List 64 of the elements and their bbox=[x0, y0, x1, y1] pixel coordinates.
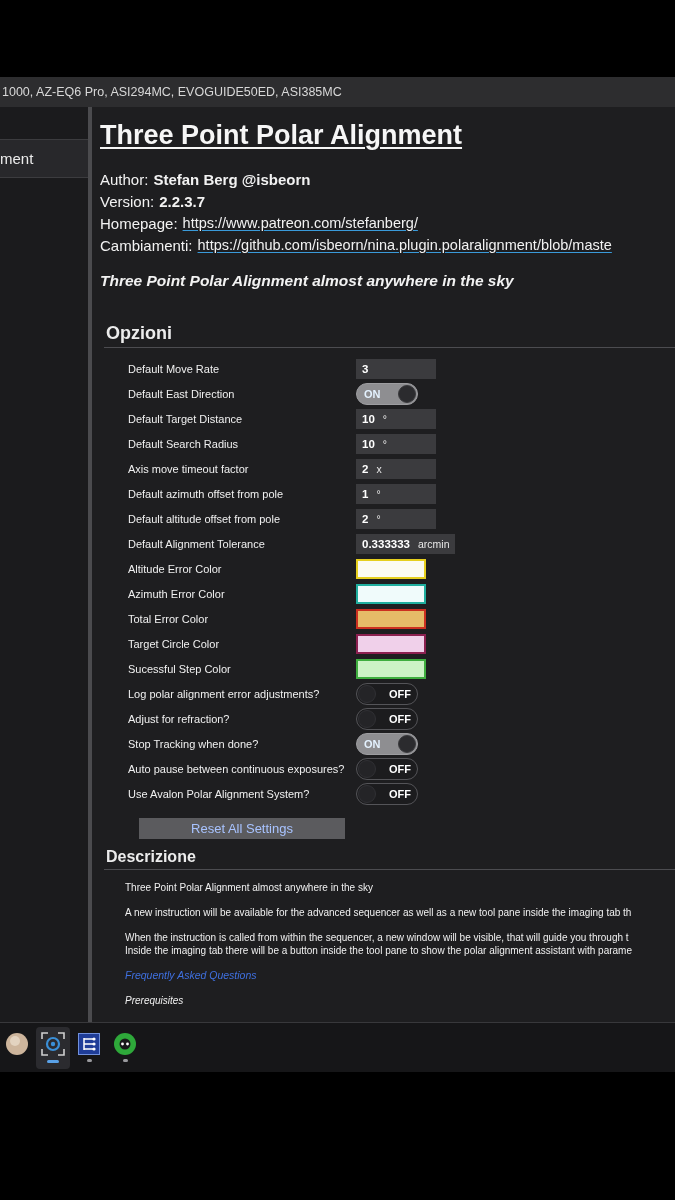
unit-label: x bbox=[376, 462, 382, 475]
option-label: Sucessful Step Color bbox=[128, 662, 232, 675]
color-swatch[interactable] bbox=[356, 633, 426, 654]
option-label: Log polar alignment error adjustments? bbox=[128, 687, 321, 700]
toggle-switch[interactable]: OFF bbox=[356, 782, 418, 805]
toggle-switch[interactable]: OFF bbox=[356, 757, 418, 780]
unit-label: ° bbox=[382, 437, 387, 450]
subheading-text: Prerequisites bbox=[125, 994, 185, 1007]
option-label: Use Avalon Polar Alignment System? bbox=[128, 787, 311, 800]
number-field[interactable]: 2 ° bbox=[356, 508, 436, 529]
option-label: Default Move Rate bbox=[128, 362, 221, 375]
option-label: Azimuth Error Color bbox=[128, 587, 226, 600]
color-swatch[interactable] bbox=[356, 583, 426, 604]
toggle-switch[interactable]: OFF bbox=[356, 707, 418, 730]
description-text: When the instruction is called from within the sequencer, a new window will be visible, that will guide you through t Inside the imaging tab there will be a button inside the tool pane to show the polar alignment assistant with parame bbox=[125, 931, 632, 957]
option-label: Default altitude offset from pole bbox=[128, 512, 282, 525]
help-link[interactable]: Frequently Asked Questions bbox=[125, 969, 257, 982]
option-label: Auto pause between continuous exposures? bbox=[128, 762, 346, 775]
section-heading: Descrizione bbox=[106, 847, 196, 867]
section-heading: Opzioni bbox=[106, 322, 172, 345]
unit-label: ° bbox=[382, 412, 387, 425]
meta-label: Author: bbox=[100, 170, 149, 188]
option-label: Default Search Radius bbox=[128, 437, 240, 450]
window-title: 1000, AZ-EQ6 Pro, ASI294MC, EVOGUIDE50ED, ASI385MC bbox=[2, 85, 342, 99]
unit-label: ° bbox=[376, 512, 381, 525]
meta-value: Stefan Berg @isbeorn bbox=[153, 170, 311, 188]
option-label: Axis move timeout factor bbox=[128, 462, 250, 475]
disc-icon bbox=[6, 1033, 28, 1055]
plugin-title: Three Point Polar Alignment bbox=[100, 119, 463, 152]
option-label: Adjust for refraction? bbox=[128, 712, 231, 725]
list-icon bbox=[78, 1033, 100, 1055]
taskbar-button[interactable] bbox=[36, 1026, 70, 1069]
color-swatch[interactable] bbox=[356, 608, 426, 629]
url-link[interactable]: https://github.com/isbeorn/nina.plugin.polaralignment/blob/maste bbox=[197, 237, 612, 253]
unit-label: arcmin bbox=[417, 537, 450, 550]
option-label: Altitude Error Color bbox=[128, 562, 223, 575]
option-label: Target Circle Color bbox=[128, 637, 221, 650]
unit-label: ° bbox=[376, 487, 381, 500]
number-field[interactable]: 1 ° bbox=[356, 483, 436, 504]
description-text: Three Point Polar Alignment almost anywhere in the sky bbox=[125, 881, 374, 894]
number-field[interactable]: 10 ° bbox=[356, 433, 436, 454]
meta-label: Cambiamenti: bbox=[100, 236, 193, 254]
url-link[interactable]: https://www.patreon.com/stefanberg/ bbox=[182, 215, 418, 231]
sidebar-item[interactable]: ment bbox=[0, 139, 88, 178]
number-field[interactable]: 10 ° bbox=[356, 408, 436, 429]
meta-value: 2.2.3.7 bbox=[159, 192, 206, 210]
toggle-switch[interactable]: OFF bbox=[356, 682, 418, 705]
ring-icon bbox=[114, 1033, 136, 1055]
description-text: A new instruction will be available for the advanced sequencer as well as a new tool pane inside the imaging tab th bbox=[125, 906, 632, 919]
option-label: Default Target Distance bbox=[128, 412, 244, 425]
option-label: Default Alignment Tolerance bbox=[128, 537, 266, 550]
option-label: Stop Tracking when done? bbox=[128, 737, 260, 750]
reset-button[interactable]: Reset All Settings bbox=[139, 818, 345, 839]
target-icon bbox=[41, 1032, 65, 1056]
option-label: Total Error Color bbox=[128, 612, 210, 625]
number-field[interactable]: 3 bbox=[356, 358, 436, 379]
tagline-text: Three Point Polar Alignment almost anywhere in the sky bbox=[100, 271, 514, 291]
option-label: Default azimuth offset from pole bbox=[128, 487, 285, 500]
option-label: Default East Direction bbox=[128, 387, 236, 400]
color-swatch[interactable] bbox=[356, 658, 426, 679]
meta-label: Version: bbox=[100, 192, 155, 210]
number-field[interactable]: 0.333333 arcmin bbox=[356, 533, 456, 554]
meta-label: Homepage: bbox=[100, 214, 178, 232]
number-field[interactable]: 2 x bbox=[356, 458, 436, 479]
